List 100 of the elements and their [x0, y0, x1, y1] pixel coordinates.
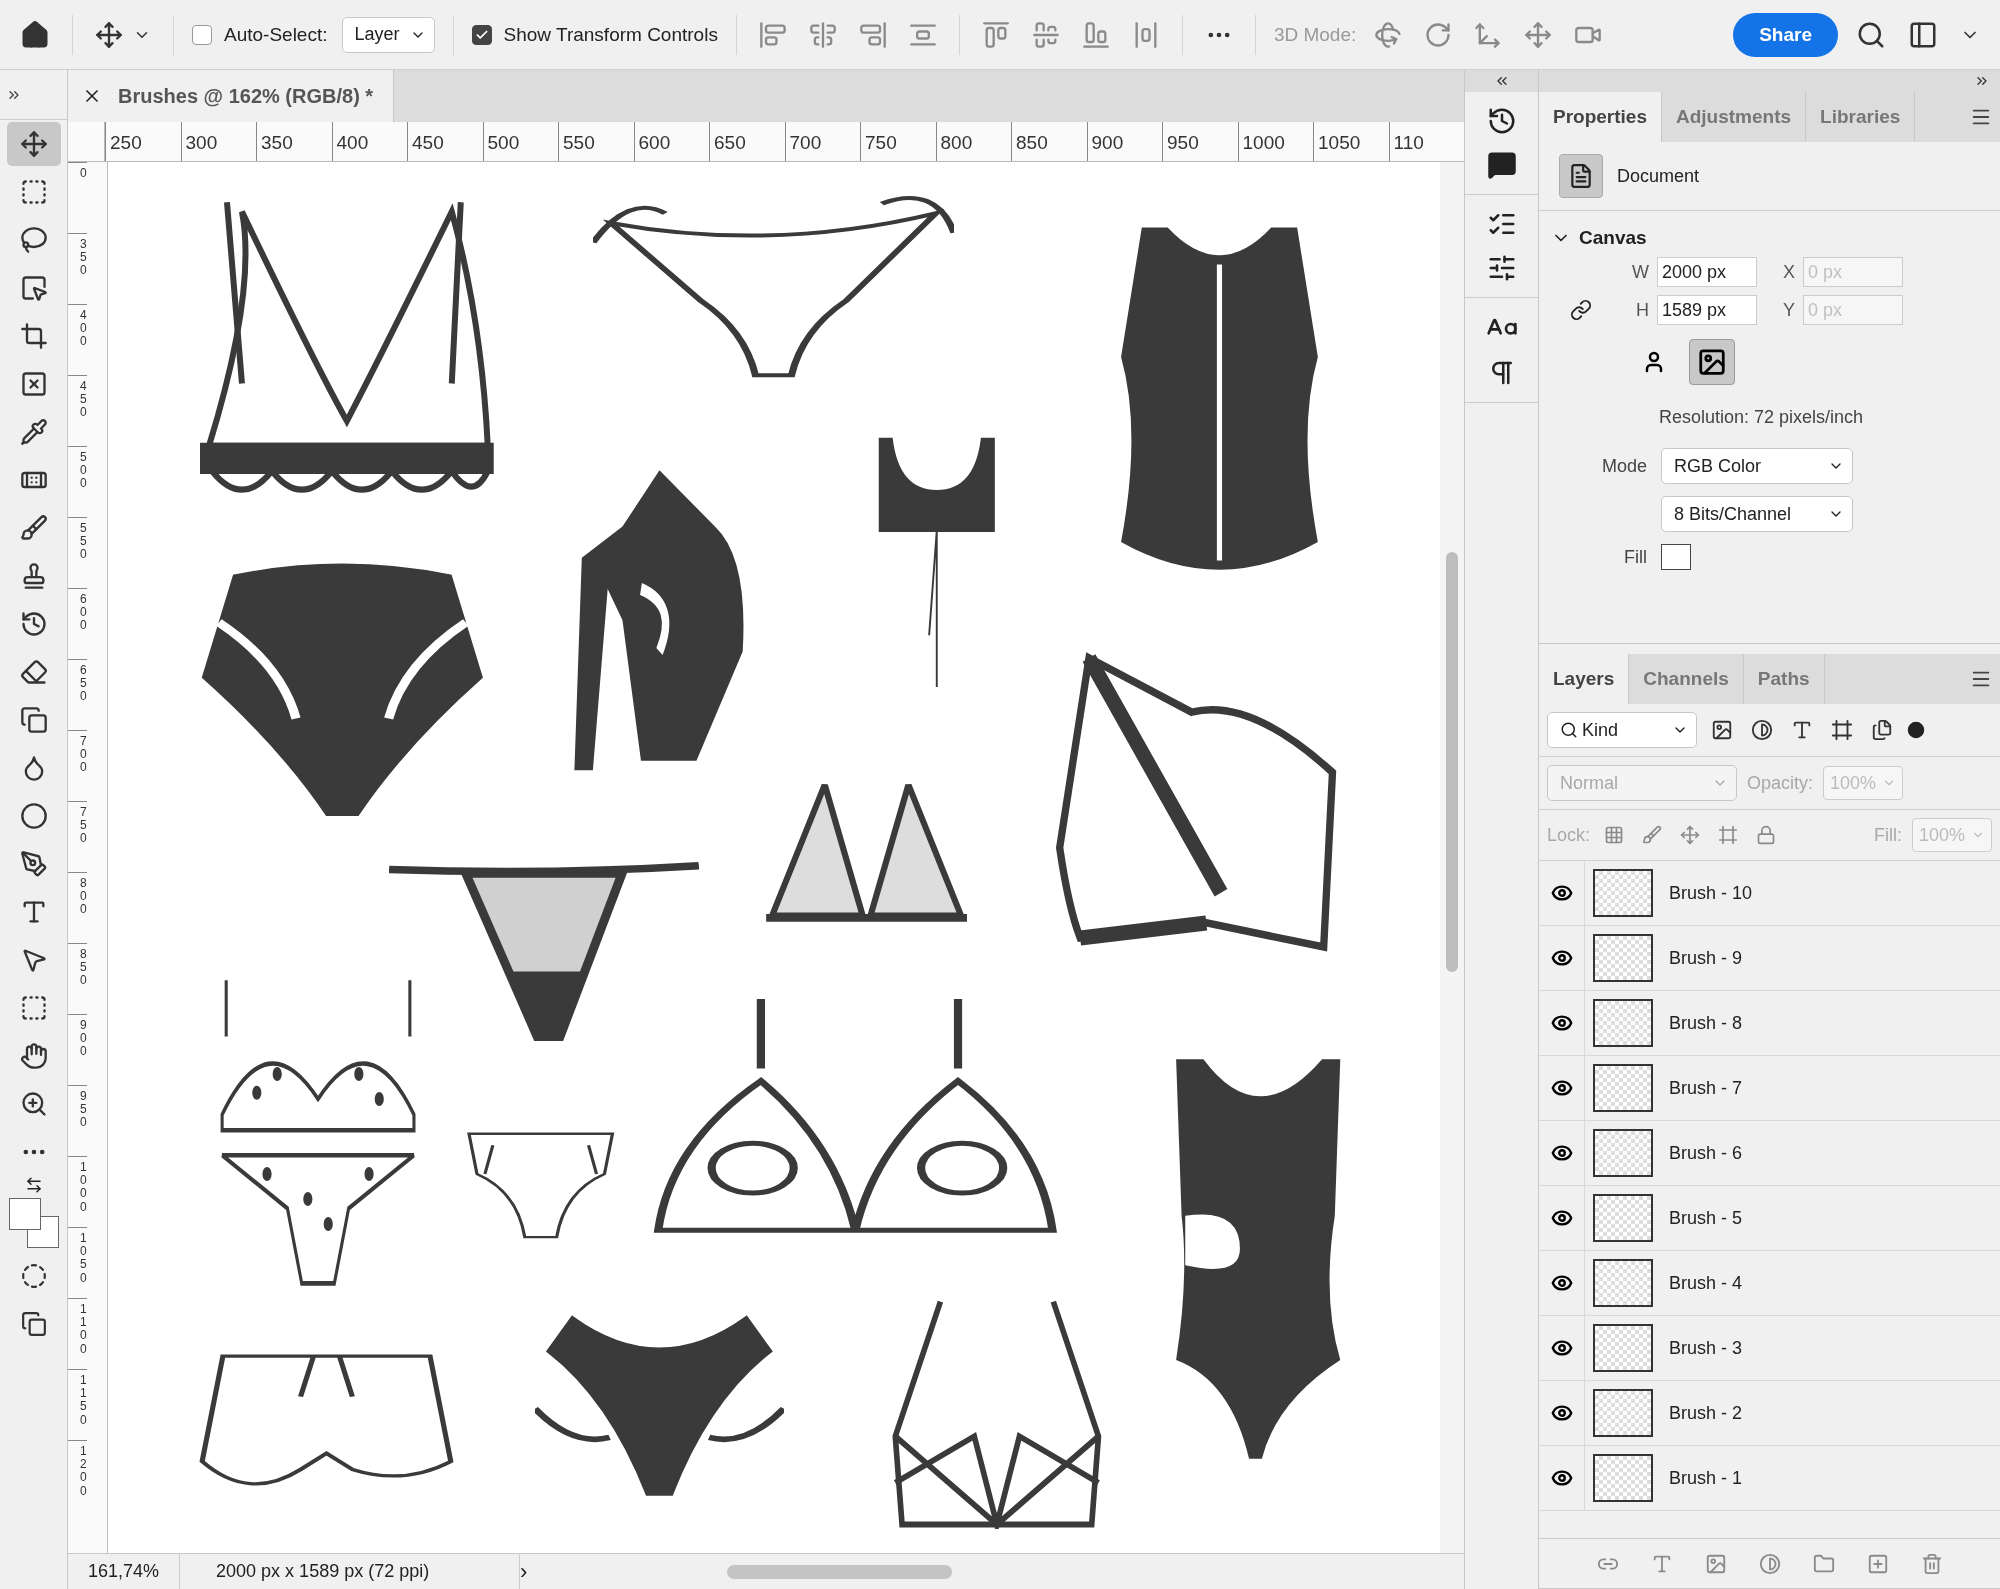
- pen-icon[interactable]: [19, 850, 48, 878]
- lasso-icon[interactable]: [19, 226, 48, 254]
- layer-row[interactable]: Brush - 3: [1539, 1316, 2000, 1381]
- align-center-icon[interactable]: [808, 20, 837, 49]
- document-label: Document: [1617, 165, 1700, 187]
- layer-thumbnail: [1593, 1454, 1653, 1502]
- brush-icon[interactable]: [19, 514, 48, 542]
- move-icon[interactable]: [19, 130, 48, 158]
- lock-paint-icon[interactable]: [1642, 825, 1663, 845]
- hand-icon[interactable]: [19, 1042, 48, 1070]
- align-left-icon[interactable]: [758, 20, 787, 49]
- image-filter-icon[interactable]: [1711, 719, 1733, 741]
- height-field[interactable]: 1589 px: [1657, 295, 1757, 325]
- marquee-icon[interactable]: [19, 178, 48, 206]
- panel-tab[interactable]: Layers: [1539, 654, 1630, 704]
- frame-icon[interactable]: [19, 370, 48, 398]
- kind-filter-dropdown[interactable]: Kind: [1547, 712, 1697, 748]
- align-top-icon[interactable]: [981, 20, 1010, 49]
- type-filter-icon[interactable]: [1791, 719, 1813, 741]
- ruler-label: 500: [68, 446, 87, 517]
- eraser-icon[interactable]: [19, 658, 48, 686]
- selection-icon[interactable]: [19, 274, 48, 302]
- layer-row[interactable]: Brush - 1: [1539, 1446, 2000, 1511]
- status-arrow[interactable]: ›: [520, 1558, 528, 1585]
- canvas-section-header[interactable]: Canvas: [1539, 211, 2000, 257]
- scrollbar-thumb[interactable]: [1446, 552, 1458, 972]
- slide-icon[interactable]: [1524, 20, 1553, 49]
- align-bottom-icon[interactable]: [1081, 20, 1110, 49]
- mode-dropdown[interactable]: RGB Color: [1661, 448, 1853, 484]
- trash-icon[interactable]: [1920, 1552, 1943, 1575]
- comment-icon[interactable]: [1486, 150, 1517, 180]
- layer-row[interactable]: Brush - 2: [1539, 1381, 2000, 1446]
- zoom-icon[interactable]: [19, 1090, 48, 1118]
- layer-row[interactable]: Brush - 8: [1539, 991, 2000, 1056]
- history-brush-icon[interactable]: [19, 610, 48, 638]
- link-icon[interactable]: [1570, 299, 1592, 321]
- visibility-eye-icon[interactable]: [1550, 882, 1573, 904]
- filter-toggle-icon[interactable]: [1907, 721, 1925, 739]
- color-swatches[interactable]: [8, 1198, 59, 1248]
- fill-label: Fill: [1623, 546, 1647, 568]
- ruler-label: 1150: [68, 1369, 87, 1440]
- lock-all-icon[interactable]: [1756, 825, 1777, 845]
- layer-thumbnail: [1593, 1129, 1653, 1177]
- visibility-eye-icon[interactable]: [1550, 1077, 1573, 1099]
- visibility-eye-icon[interactable]: [1550, 1402, 1573, 1424]
- folder-icon[interactable]: [1812, 1552, 1835, 1575]
- layer-name: Brush - 10: [1669, 882, 1753, 904]
- auto-select-checkbox[interactable]: [192, 24, 212, 45]
- move-icon[interactable]: [95, 20, 123, 49]
- quick-mask-icon[interactable]: [20, 1263, 47, 1289]
- orbit-icon[interactable]: [1374, 20, 1403, 49]
- adjustment-layer-icon[interactable]: [1758, 1552, 1781, 1575]
- ruler-label: 1000: [1237, 122, 1313, 161]
- eyedropper-icon[interactable]: [19, 418, 48, 446]
- transform-controls-label: Show Transform Controls: [503, 23, 718, 46]
- layer-row[interactable]: Brush - 10: [1539, 861, 2000, 926]
- swap-colors-icon[interactable]: [24, 1176, 43, 1194]
- pan-icon[interactable]: [1474, 20, 1503, 49]
- ruler-label: 350: [68, 233, 87, 304]
- ruler-label: 750: [860, 122, 936, 161]
- align-right-icon[interactable]: [858, 20, 887, 49]
- visibility-eye-icon[interactable]: [1550, 1272, 1573, 1294]
- visibility-eye-icon[interactable]: [1550, 947, 1573, 969]
- ruler-label: 300: [180, 122, 256, 161]
- ruler-label: 800: [935, 122, 1011, 161]
- ruler-label: 850: [1011, 122, 1087, 161]
- visibility-eye-icon[interactable]: [1550, 1337, 1573, 1359]
- visibility-eye-icon[interactable]: [1550, 1012, 1573, 1034]
- ruler-label: 400: [68, 304, 87, 375]
- visibility-eye-icon[interactable]: [1550, 1467, 1573, 1489]
- transform-controls-checkbox[interactable]: [471, 24, 492, 45]
- layer-row[interactable]: Brush - 6: [1539, 1121, 2000, 1186]
- smart-object-filter-icon[interactable]: [1871, 719, 1893, 741]
- panel-tab[interactable]: Properties: [1539, 92, 1662, 142]
- lock-position-icon[interactable]: [1680, 825, 1701, 845]
- layer-dropdown[interactable]: Layer: [341, 16, 435, 53]
- share-button[interactable]: Share: [1733, 12, 1838, 57]
- bit-depth-dropdown[interactable]: 8 Bits/Channel: [1661, 496, 1853, 532]
- align-middle-icon[interactable]: [1031, 20, 1060, 49]
- layer-thumbnail: [1593, 934, 1653, 982]
- layer-row[interactable]: Brush - 7: [1539, 1056, 2000, 1121]
- layer-row[interactable]: Brush - 5: [1539, 1186, 2000, 1251]
- layer-row[interactable]: Brush - 4: [1539, 1251, 2000, 1316]
- visibility-eye-icon[interactable]: [1550, 1207, 1573, 1229]
- document-icon: [1559, 154, 1603, 198]
- adjustment-filter-icon[interactable]: [1751, 719, 1773, 741]
- screen-mode-icon[interactable]: [20, 1311, 47, 1337]
- width-field[interactable]: 2000 px: [1657, 257, 1757, 287]
- fill-swatch[interactable]: [1661, 544, 1691, 570]
- new-layer-icon[interactable]: [1866, 1552, 1889, 1575]
- scrollbar-thumb[interactable]: [727, 1564, 953, 1579]
- landscape-button[interactable]: [1689, 339, 1735, 385]
- ruler-label: 400: [331, 122, 407, 161]
- home-icon[interactable]: [20, 19, 50, 50]
- roll-icon[interactable]: [1424, 20, 1453, 49]
- lock-pixels-icon[interactable]: [1604, 825, 1625, 845]
- layer-row[interactable]: Brush - 9: [1539, 926, 2000, 991]
- visibility-eye-icon[interactable]: [1550, 1142, 1573, 1164]
- crop-icon[interactable]: [19, 322, 48, 350]
- layer-thumbnail: [1593, 1064, 1653, 1112]
